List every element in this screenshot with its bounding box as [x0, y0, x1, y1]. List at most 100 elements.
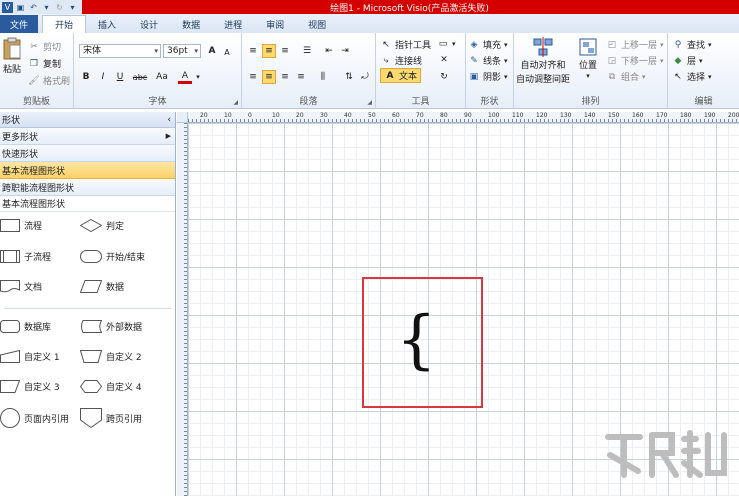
- underline-button[interactable]: U: [113, 70, 127, 84]
- shape-label: 跨页引用: [106, 414, 143, 425]
- text-direction-button[interactable]: ⇅: [342, 70, 356, 84]
- dialog-launcher-icon[interactable]: ◢: [367, 99, 372, 106]
- grow-font-button[interactable]: A: [205, 44, 219, 58]
- shape-data[interactable]: 数据: [80, 280, 124, 293]
- rectangle-tool-button[interactable]: ▭ ▾: [437, 38, 456, 50]
- text-box-content[interactable]: {: [396, 305, 437, 375]
- window-title: 绘图1 - Microsoft Visio(产品激活失败): [330, 4, 489, 14]
- justify-button[interactable]: ≡: [294, 70, 308, 84]
- shape-start-end[interactable]: 开始/结束: [80, 250, 145, 263]
- distribute-button[interactable]: ⫼: [316, 70, 330, 84]
- group-button[interactable]: ⧉ 组合 ▾: [606, 70, 646, 84]
- shape-on-page-reference[interactable]: 页面内引用: [0, 408, 69, 428]
- quick-shapes-item[interactable]: 快速形状: [0, 145, 175, 162]
- tab-process[interactable]: 进程: [212, 15, 254, 33]
- align-bottom-button[interactable]: ≡: [278, 44, 292, 58]
- select-button[interactable]: ↖ 选择 ▾: [672, 70, 711, 84]
- shape-subprocess[interactable]: 子流程: [0, 250, 51, 263]
- change-case-button[interactable]: Aa: [152, 70, 172, 84]
- tab-view[interactable]: 视图: [296, 15, 338, 33]
- shape-process[interactable]: 流程: [0, 219, 42, 232]
- shape-custom-1[interactable]: 自定义 1: [0, 350, 60, 363]
- align-middle-button[interactable]: ≡: [262, 44, 276, 58]
- more-shapes-item[interactable]: 更多形状 ▶: [0, 128, 175, 145]
- process-shape-icon: [0, 219, 20, 232]
- cut-button[interactable]: ✂ 剪切: [28, 40, 61, 54]
- connector-button[interactable]: ⤷ 连接线: [380, 54, 422, 68]
- shape-database[interactable]: 数据库: [0, 320, 51, 333]
- format-painter-button[interactable]: 🖌 格式刷: [28, 74, 71, 88]
- shape-off-page-reference[interactable]: 跨页引用: [80, 408, 142, 428]
- copy-icon: ❐: [29, 58, 39, 69]
- font-size-combo[interactable]: 36pt ▾: [163, 44, 201, 58]
- cross-functional-stencil-item[interactable]: 跨职能流程图形状: [0, 179, 175, 196]
- bold-button[interactable]: B: [79, 70, 93, 84]
- align-top-button[interactable]: ≡: [246, 44, 260, 58]
- fill-bucket-icon: ◈: [470, 39, 478, 50]
- shape-label: 子流程: [24, 253, 52, 263]
- tab-data[interactable]: 数据: [170, 15, 212, 33]
- ruler-label: 150: [608, 112, 620, 119]
- align-right-button[interactable]: ≡: [278, 70, 292, 84]
- shape-custom-4[interactable]: 自定义 4: [80, 380, 142, 393]
- shape-custom-2[interactable]: 自定义 2: [80, 350, 142, 363]
- tab-home[interactable]: 开始: [42, 15, 87, 33]
- font-group-label: 字体: [148, 97, 167, 107]
- auto-align-button[interactable]: 自动对齐和 自动调整间距: [516, 37, 570, 85]
- cross-functional-label: 跨职能流程图形状: [2, 183, 75, 194]
- bullets-button[interactable]: ☰: [300, 44, 314, 58]
- shape-decision[interactable]: 判定: [80, 219, 124, 232]
- dialog-launcher-icon[interactable]: ◢: [233, 99, 238, 106]
- copy-button[interactable]: ❐ 复制: [28, 57, 61, 71]
- decrease-indent-button[interactable]: ⇤: [322, 44, 336, 58]
- ruler-label: 190: [704, 112, 716, 119]
- shrink-font-button[interactable]: A: [220, 45, 234, 59]
- collapse-chevron-icon[interactable]: ‹: [167, 115, 171, 125]
- bring-forward-button[interactable]: ◰ 上移一层 ▾: [606, 38, 664, 52]
- chevron-down-icon: ▾: [699, 56, 703, 65]
- horizontal-ruler[interactable]: 20 10 0 10 20 30 40 50 60 70 80 90 100 110 120 130 140 15…: [188, 112, 739, 123]
- position-button[interactable]: 位置 ▾: [578, 37, 598, 80]
- editing-group: ⚲ 查找 ▾ ◆ 层 ▾ ↖ 选择 ▾ 编辑: [668, 33, 739, 109]
- strikethrough-button[interactable]: abc: [130, 70, 150, 84]
- shadow-button[interactable]: ▣ 阴影 ▾: [468, 70, 508, 84]
- close-tool-button[interactable]: ✕: [438, 54, 450, 66]
- align-left-button[interactable]: ≡: [246, 70, 260, 84]
- chevron-down-icon: ▾: [452, 40, 456, 48]
- increase-indent-button[interactable]: ⇥: [338, 44, 352, 58]
- vertical-ruler[interactable]: [177, 123, 188, 496]
- format-painter-label: 格式刷: [43, 77, 71, 87]
- shape-custom-3[interactable]: 自定义 3: [0, 380, 60, 393]
- rectangle-icon: ▭: [438, 39, 448, 49]
- find-button[interactable]: ⚲ 查找 ▾: [672, 38, 712, 52]
- send-backward-button[interactable]: ◲ 下移一层 ▾: [606, 54, 664, 68]
- rotate-text-button[interactable]: ⤾: [358, 70, 372, 84]
- chevron-down-icon[interactable]: ▾: [192, 71, 204, 83]
- tab-design[interactable]: 设计: [128, 15, 170, 33]
- text-tool-button[interactable]: A 文本: [380, 68, 422, 83]
- ruler-label: 160: [632, 112, 644, 119]
- align-center-button[interactable]: ≡: [262, 70, 276, 84]
- fill-button[interactable]: ◈ 填充 ▾: [468, 38, 508, 52]
- ruler-label: 10: [272, 112, 280, 119]
- tools-group-label: 工具: [411, 97, 430, 107]
- binoculars-icon: ⚲: [674, 39, 682, 50]
- tab-insert[interactable]: 插入: [86, 15, 128, 33]
- italic-button[interactable]: I: [96, 70, 110, 84]
- paste-button[interactable]: 粘贴: [2, 37, 22, 75]
- connection-point-button[interactable]: ↻: [438, 71, 450, 83]
- line-button[interactable]: ✎ 线条 ▾: [468, 54, 507, 68]
- tab-file[interactable]: 文件: [0, 15, 39, 33]
- shape-label: 自定义 1: [24, 353, 60, 363]
- tab-review[interactable]: 审阅: [254, 15, 296, 33]
- shape-external-data[interactable]: 外部数据: [80, 320, 142, 333]
- font-color-button[interactable]: A: [178, 70, 192, 84]
- font-name-combo[interactable]: 宋体 ▾: [79, 44, 161, 58]
- clipboard-group: 粘贴 ✂ 剪切 ❐ 复制 🖌 格式刷 剪贴板: [0, 33, 74, 109]
- shape-document[interactable]: 文档: [0, 280, 42, 293]
- basic-flowchart-stencil-item[interactable]: 基本流程图形状: [0, 162, 175, 179]
- pointer-tool-button[interactable]: ↖ 指针工具: [380, 38, 431, 52]
- ruler-label: 30: [320, 112, 328, 119]
- layers-button[interactable]: ◆ 层 ▾: [672, 54, 703, 68]
- text-tool-label: 文本: [399, 72, 418, 82]
